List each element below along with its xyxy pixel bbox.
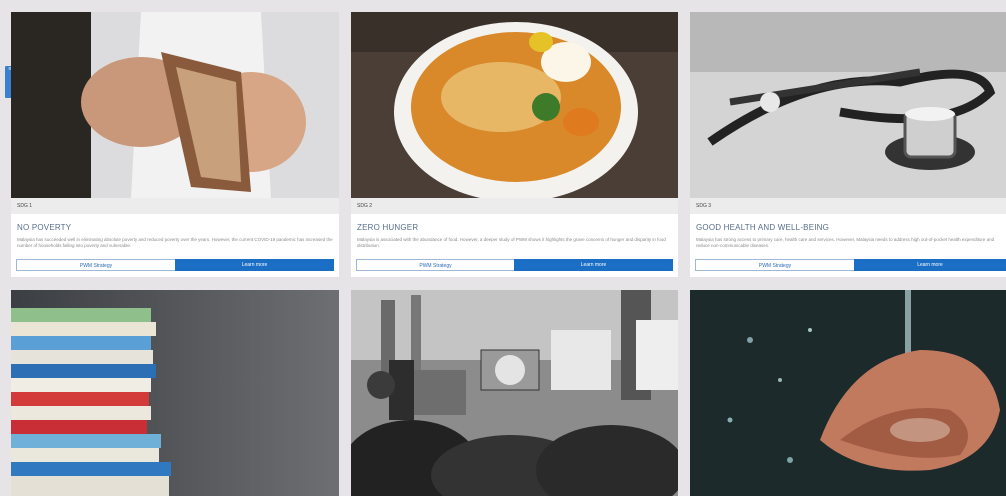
pwm-strategy-button[interactable]: PWM Strategy — [16, 259, 176, 271]
card-image-stethoscope — [690, 12, 1006, 198]
sdg-card-5 — [351, 290, 678, 496]
sdg-card-3: SDG 3 GOOD HEALTH AND WELL-BEING Malaysi… — [690, 12, 1006, 277]
card-title: ZERO HUNGER — [357, 223, 419, 232]
card-description: Malaysia is associated with the abundanc… — [357, 237, 666, 248]
card-tag: SDG 3 — [690, 198, 1006, 214]
sdg-card-4 — [11, 290, 339, 496]
card-title: GOOD HEALTH AND WELL-BEING — [696, 223, 830, 232]
sdg-card-1: SDG 1 NO POVERTY Malaysia has succeeded … — [11, 12, 339, 277]
card-image-water — [690, 290, 1006, 496]
sdg-card-6 — [690, 290, 1006, 496]
learn-more-button[interactable]: Learn more — [514, 259, 673, 271]
pwm-strategy-button[interactable]: PWM Strategy — [695, 259, 855, 271]
pwm-strategy-button[interactable]: PWM Strategy — [356, 259, 515, 271]
card-image-books — [11, 290, 339, 496]
card-description: Malaysia has strong access to primary ca… — [696, 237, 995, 248]
sdg-card-2: SDG 2 ZERO HUNGER Malaysia is associated… — [351, 12, 678, 277]
card-image-protest — [351, 290, 678, 496]
card-image-wallet — [11, 12, 339, 198]
card-title: NO POVERTY — [17, 223, 72, 232]
card-tag: SDG 2 — [351, 198, 678, 214]
learn-more-button[interactable]: Learn more — [175, 259, 334, 271]
card-image-noodles — [351, 12, 678, 198]
card-description: Malaysia has succeeded well in eliminati… — [17, 237, 333, 248]
learn-more-button[interactable]: Learn more — [854, 259, 1006, 271]
card-tag: SDG 1 — [11, 198, 339, 214]
